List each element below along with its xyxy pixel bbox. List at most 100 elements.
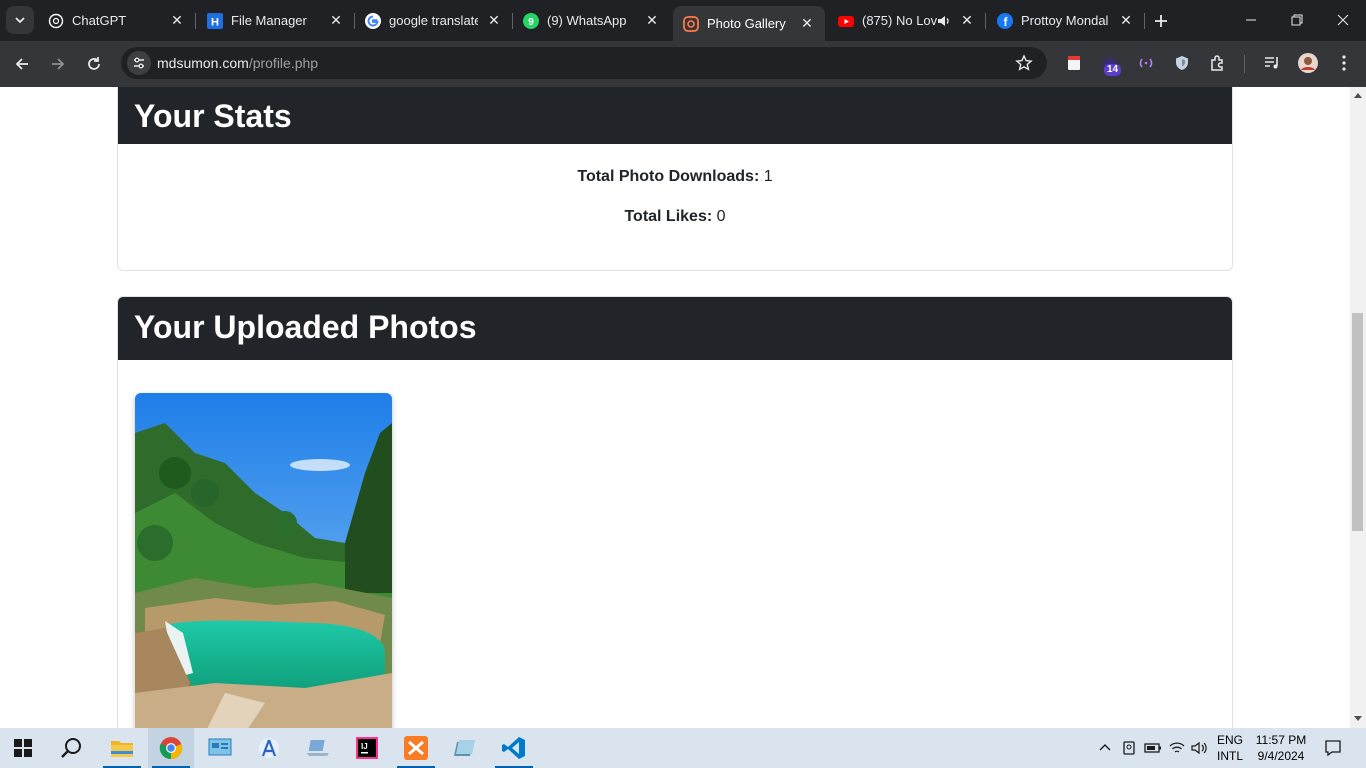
notes-extension-icon[interactable] [1064,53,1084,73]
forward-button[interactable] [45,51,71,77]
photos-title: Your Uploaded Photos [118,297,1232,360]
taskbar-chrome[interactable] [148,728,194,768]
puzzle-icon[interactable] [1208,53,1228,73]
tab-file-manager[interactable]: H File Manager ✕ [197,6,355,35]
tab-facebook[interactable]: f Prottoy Mondal ✕ [987,6,1145,35]
taskbar-xampp[interactable] [393,728,439,768]
tab-title: ChatGPT [72,13,127,28]
taskbar-laptop-app[interactable] [295,728,341,768]
close-window-button[interactable] [1332,10,1354,30]
scroll-down-arrow-icon[interactable] [1354,716,1362,721]
close-icon[interactable]: ✕ [328,12,344,29]
site-info-icon[interactable] [127,51,151,75]
chatgpt-icon [48,13,64,29]
url-domain: mdsumon.com [157,55,249,71]
new-tab-button[interactable] [1150,10,1172,32]
extension-badge: 14 [1104,64,1122,76]
youtube-icon [838,13,854,29]
svg-text:9: 9 [528,17,534,28]
avatar[interactable] [1298,53,1318,73]
taskbar-android-studio[interactable] [246,728,292,768]
battery-icon[interactable] [1143,738,1163,758]
tab-photo-gallery[interactable]: Photo Gallery ✕ [673,6,825,41]
tab-title: google translate [389,13,478,28]
windows-logo-icon [14,739,32,757]
url-path: /profile.php [248,55,319,71]
stats-title: Your Stats [118,87,1232,144]
restore-button[interactable] [1286,10,1308,30]
tab-strip: ChatGPT ✕ H File Manager ✕ google transl… [0,0,1366,41]
close-icon[interactable]: ✕ [169,12,185,29]
tab-search-button[interactable] [6,6,34,34]
clock-date: 9/4/2024 [1257,749,1305,763]
tab-google-translate[interactable]: google translate ✕ [355,6,513,35]
url-text[interactable]: mdsumon.com/profile.php [157,55,318,71]
intellij-icon: IJ [356,737,378,759]
close-icon[interactable]: ✕ [799,15,815,32]
minimize-icon [1246,19,1256,21]
taskbar-intellij[interactable]: IJ [344,728,390,768]
page-scrollbar[interactable] [1350,87,1366,728]
reload-button[interactable] [81,51,107,77]
chrome-icon [159,737,183,760]
close-icon [1337,14,1349,26]
minimize-button[interactable] [1240,10,1262,30]
waterfall-lake-photo [135,393,392,728]
notifications-icon[interactable] [1323,738,1343,758]
page-viewport: Your Stats Total Photo Downloads: 1 Tota… [0,87,1350,728]
arrow-right-icon [52,58,65,70]
shield-extension-icon[interactable] [1172,53,1192,73]
reload-icon [88,57,100,70]
menu-kebab-icon[interactable] [1334,53,1354,73]
likes-label: Total Likes: [624,208,713,225]
likes-value: 0 [716,208,726,225]
scrollbar-thumb[interactable] [1352,313,1363,531]
show-hidden-icons-chevron-icon[interactable] [1095,738,1115,758]
tab-title: File Manager [231,13,307,28]
close-icon[interactable]: ✕ [486,12,502,29]
uploaded-photo[interactable] [135,393,392,728]
android-studio-icon [259,738,279,758]
back-button[interactable] [9,51,35,77]
taskbar-control-panel[interactable] [197,728,243,768]
xampp-icon [404,736,428,760]
chevron-down-icon [15,17,25,24]
address-bar[interactable]: mdsumon.com/profile.php [121,47,1047,79]
tab-title: (9) WhatsApp [547,13,627,28]
bookmark-star-icon[interactable] [1015,54,1033,72]
volume-icon[interactable] [1190,738,1210,758]
browser-toolbar: mdsumon.com/profile.php 14 [0,41,1366,87]
cast-extension-icon[interactable] [1136,53,1156,73]
downloads-label: Total Photo Downloads: [577,168,760,185]
keyboard-layout: INTL [1216,749,1243,763]
taskbar-file-explorer[interactable] [99,728,145,768]
vscode-icon [502,737,525,759]
close-icon[interactable]: ✕ [644,12,660,29]
tab-whatsapp[interactable]: 9 (9) WhatsApp ✕ [513,6,670,35]
start-button[interactable] [0,728,46,768]
control-panel-icon [208,738,232,756]
google-icon [365,12,381,29]
tab-title: (875) No Lov [862,13,937,28]
wifi-icon[interactable] [1167,738,1187,758]
tab-title: Photo Gallery [707,16,786,31]
windows-taskbar: IJ ENG INTL 11:57 PM 9/4/2024 [0,728,1366,768]
taskbar-vscode[interactable] [491,728,537,768]
speaker-icon[interactable] [937,14,951,28]
search-button[interactable] [49,728,95,768]
tab-youtube[interactable]: (875) No Lov ✕ [828,6,986,35]
meet-now-icon[interactable] [1119,738,1139,758]
downloads-stat: Total Photo Downloads: 1 [118,168,1232,186]
uploaded-photos-card: Your Uploaded Photos [117,296,1233,728]
close-icon[interactable]: ✕ [959,12,975,29]
tab-chatgpt[interactable]: ChatGPT ✕ [38,6,196,35]
scroll-up-arrow-icon[interactable] [1354,93,1362,98]
likes-stat: Total Likes: 0 [118,208,1232,226]
language-indicator[interactable]: ENG INTL [1214,732,1246,764]
close-icon[interactable]: ✕ [1118,12,1134,29]
taskbar-notebook-app[interactable] [442,728,488,768]
media-control-icon[interactable] [1262,53,1282,73]
tab-title: Prottoy Mondal [1021,13,1109,28]
stats-card: Your Stats Total Photo Downloads: 1 Tota… [117,87,1233,271]
clock[interactable]: 11:57 PM 9/4/2024 [1252,732,1310,764]
